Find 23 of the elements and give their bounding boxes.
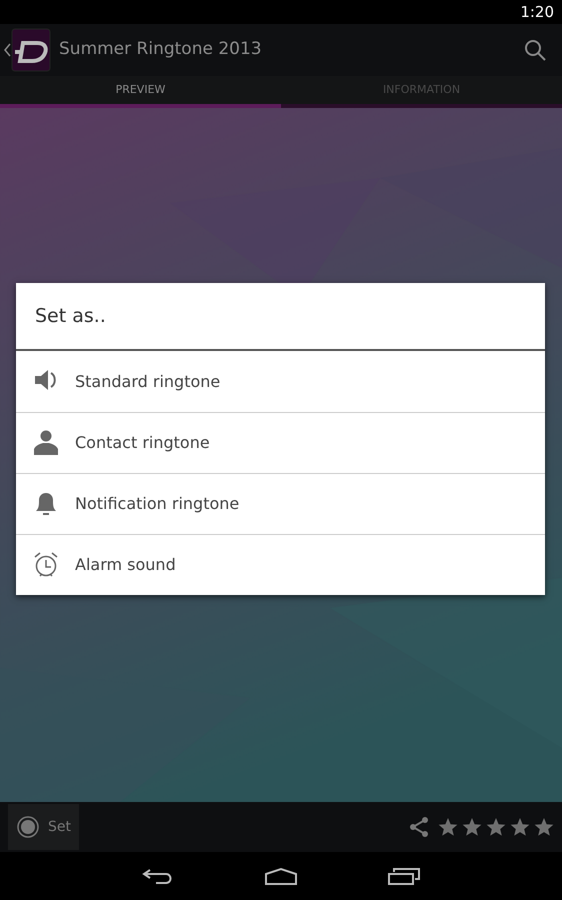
star-icon [510,817,530,837]
search-icon[interactable] [524,39,546,61]
star-icon [486,817,506,837]
menu-item[interactable]: Notification ringtone [16,473,545,534]
menu-item[interactable]: Standard ringtone [16,351,545,412]
ringtone-title: Summer Ringtone 2013 [59,38,263,62]
person-icon [31,429,61,457]
back-caret-icon[interactable] [4,43,11,57]
menu-item[interactable]: Alarm sound [16,534,545,595]
recent-apps-icon[interactable] [388,867,420,885]
dialog-title: Set as.. [35,304,106,329]
back-icon[interactable] [142,867,174,885]
menu-item[interactable]: Contact ringtone [16,412,545,473]
star-icon [438,817,458,837]
clock-time: 1:20 [520,2,554,23]
home-icon[interactable] [264,867,298,885]
radio-icon [16,815,40,839]
share-icon[interactable] [408,816,430,838]
app-logo-icon[interactable] [11,28,51,72]
star-rating[interactable] [438,817,554,837]
star-icon [462,817,482,837]
set-button[interactable]: Set [8,804,79,850]
star-icon [534,817,554,837]
